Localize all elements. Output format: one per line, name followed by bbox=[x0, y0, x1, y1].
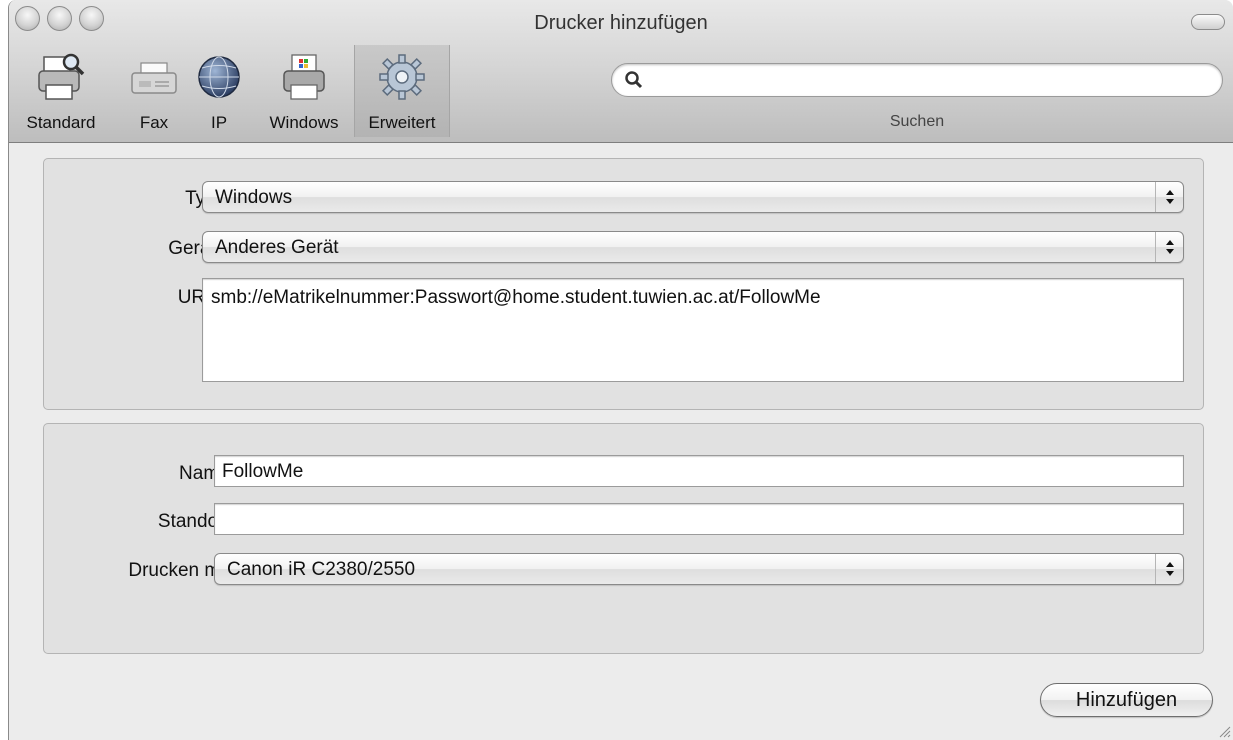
add-printer-window: Drucker hinzufügen Standard Fax IP Windo… bbox=[8, 0, 1233, 740]
toolbar-toggle-button[interactable] bbox=[1191, 14, 1225, 30]
search-icon bbox=[625, 71, 643, 89]
toolbar-item-label: Standard bbox=[26, 113, 96, 132]
title-and-toolbar: Drucker hinzufügen Standard Fax IP Windo… bbox=[9, 0, 1233, 143]
toolbar-item-label: Erweitert bbox=[368, 113, 436, 132]
toolbar-item-erweitert[interactable]: Erweitert bbox=[354, 45, 450, 137]
globe-icon bbox=[198, 56, 240, 98]
toolbar-item-windows[interactable]: Windows bbox=[256, 45, 352, 137]
url-value: smb://eMatrikelnummer:Passwort@home.stud… bbox=[211, 287, 821, 308]
device-popup-value: Anderes Gerät bbox=[215, 237, 339, 258]
type-popup-value: Windows bbox=[215, 187, 293, 208]
popup-arrows-icon bbox=[1155, 554, 1183, 584]
driver-popup[interactable]: Canon iR C2380/2550 bbox=[214, 553, 1184, 585]
popup-arrows-icon bbox=[1155, 232, 1183, 262]
windows-printer-icon bbox=[283, 54, 325, 100]
fax-icon bbox=[131, 62, 177, 94]
connection-group: Typ: Windows Gerät: Anderes Gerät URL: s… bbox=[43, 158, 1204, 410]
window-title: Drucker hinzufügen bbox=[534, 12, 708, 34]
toolbar-item-standard[interactable]: Standard bbox=[9, 45, 113, 137]
search-label: Suchen bbox=[889, 113, 945, 130]
type-popup[interactable]: Windows bbox=[202, 181, 1184, 213]
toolbar-item-label: Fax bbox=[139, 113, 169, 132]
device-popup[interactable]: Anderes Gerät bbox=[202, 231, 1184, 263]
location-field[interactable] bbox=[214, 503, 1184, 535]
printer-magnifier-icon bbox=[38, 53, 85, 100]
name-field[interactable]: FollowMe bbox=[214, 455, 1184, 487]
toolbar-item-label: Windows bbox=[269, 113, 339, 132]
toolbar-item-fax[interactable]: Fax bbox=[120, 45, 188, 137]
popup-arrows-icon bbox=[1155, 182, 1183, 212]
toolbar-item-label: IP bbox=[210, 113, 228, 132]
add-button[interactable]: Hinzufügen bbox=[1040, 683, 1213, 717]
url-field[interactable]: smb://eMatrikelnummer:Passwort@home.stud… bbox=[202, 278, 1184, 382]
name-value: FollowMe bbox=[222, 461, 304, 482]
gear-icon bbox=[379, 54, 425, 100]
resize-grip-icon[interactable] bbox=[1217, 724, 1231, 738]
details-group: Name: FollowMe Standort: Drucken mit: Ca… bbox=[43, 423, 1204, 654]
toolbar-item-ip[interactable]: IP bbox=[193, 45, 245, 137]
search-field[interactable] bbox=[611, 63, 1223, 97]
driver-popup-value: Canon iR C2380/2550 bbox=[227, 559, 416, 580]
